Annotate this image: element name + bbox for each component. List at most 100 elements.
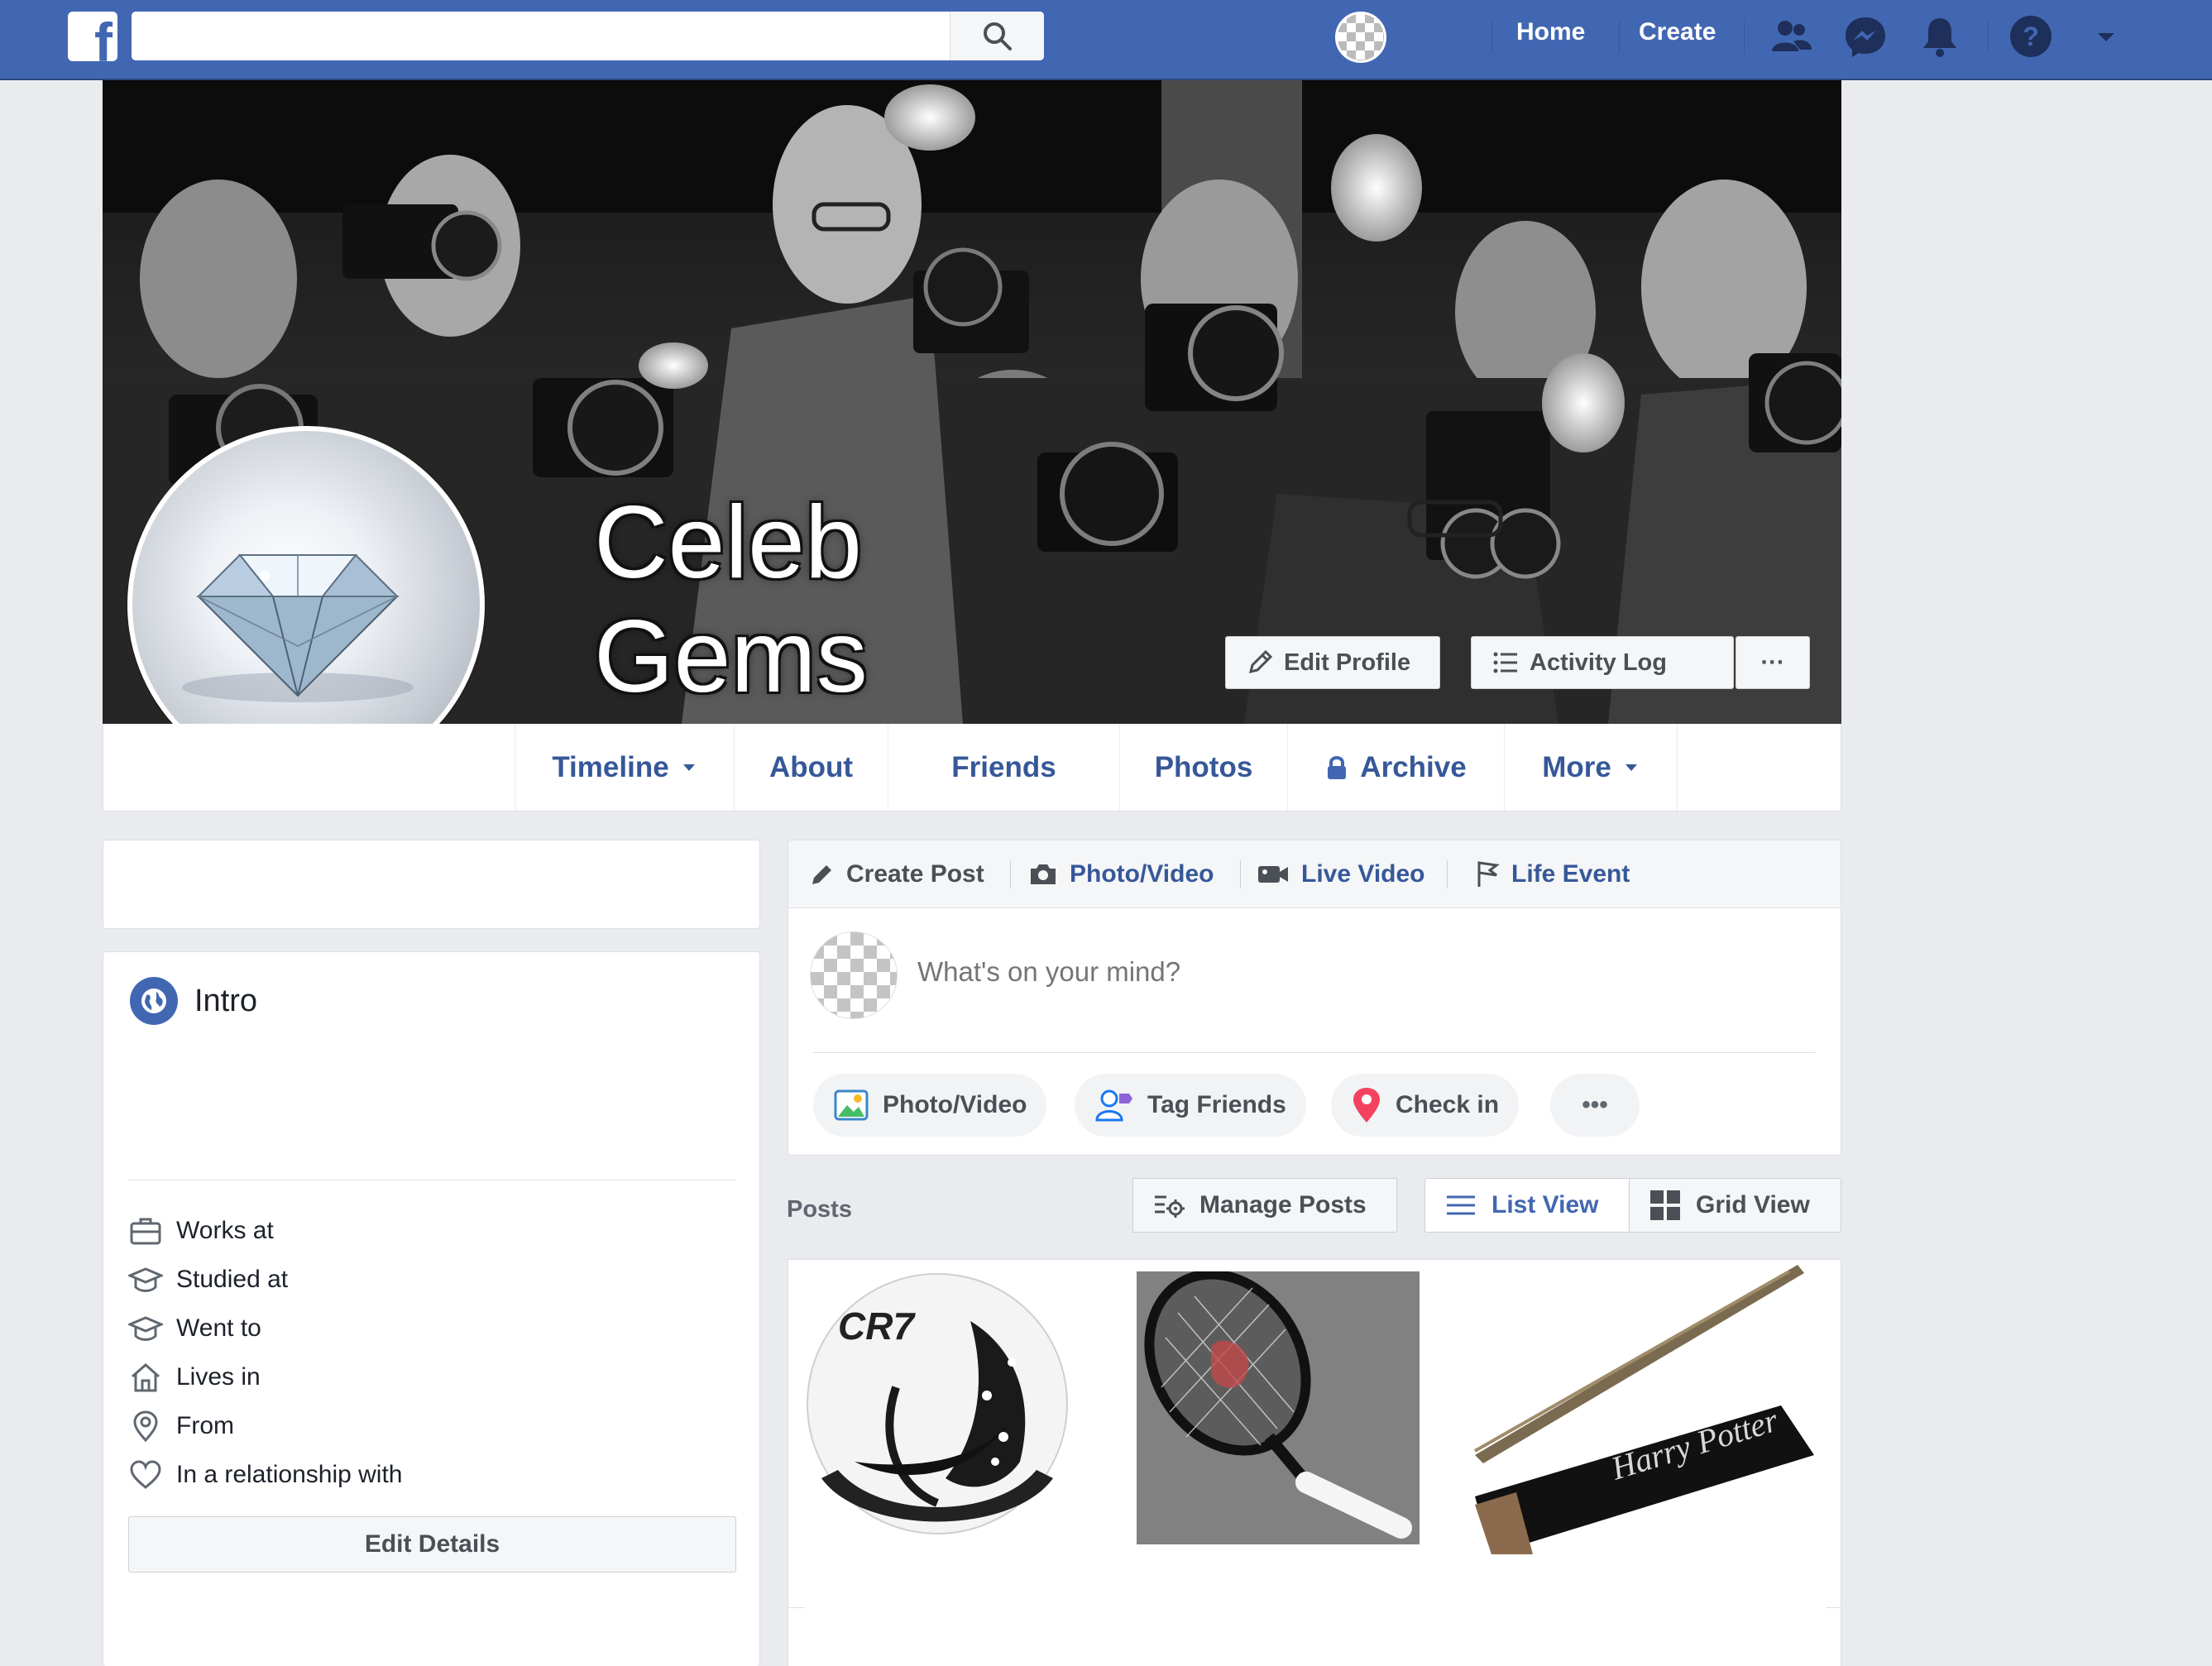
lives-in-item[interactable]: Lives in	[128, 1360, 261, 1395]
svg-text:?: ?	[2023, 22, 2039, 51]
tab-photos-label: Photos	[1154, 750, 1253, 783]
tab-archive[interactable]: Archive	[1287, 724, 1504, 811]
video-camera-icon	[1258, 866, 1288, 883]
globe-icon	[130, 977, 178, 1025]
tab-create-post[interactable]: Create Post	[810, 840, 984, 908]
photo-video-tab-label: Photo/Video	[1070, 860, 1214, 888]
chevron-down-icon	[1625, 764, 1637, 771]
tab-photo-video[interactable]: Photo/Video	[1028, 840, 1214, 908]
composer-tabs: Create Post Photo/Video Live Video Life …	[788, 840, 1841, 908]
list-view-icon	[1447, 1195, 1475, 1215]
nav-divider	[1988, 20, 1989, 53]
works-at-label: Works at	[176, 1217, 274, 1244]
briefcase-icon	[130, 1218, 161, 1245]
top-navigation-bar: f Home Create ?	[0, 0, 2212, 80]
messenger-icon[interactable]	[1842, 13, 1889, 60]
lives-in-label: Lives in	[176, 1363, 261, 1391]
more-dots-icon: ···	[1760, 649, 1785, 676]
tab-separator	[1240, 860, 1241, 888]
tab-more-label: More	[1542, 750, 1611, 783]
activity-log-button[interactable]: Activity Log	[1471, 636, 1734, 689]
edit-details-button[interactable]: Edit Details	[128, 1516, 736, 1573]
list-view-label: List View	[1491, 1191, 1599, 1218]
check-in-label: Check in	[1396, 1091, 1500, 1118]
photo-video-button[interactable]: Photo/Video	[813, 1074, 1047, 1137]
composer-divider	[813, 1052, 1816, 1053]
tab-life-event[interactable]: Life Event	[1475, 840, 1630, 908]
went-to-label: Went to	[176, 1314, 261, 1342]
tag-friends-icon	[1095, 1089, 1132, 1122]
graduation-cap-icon	[128, 1316, 163, 1341]
check-in-button[interactable]: Check in	[1331, 1074, 1520, 1137]
tab-more[interactable]: More	[1504, 724, 1678, 811]
friend-requests-icon[interactable]	[1769, 13, 1815, 60]
relationship-item[interactable]: In a relationship with	[128, 1458, 403, 1492]
home-link[interactable]: Home	[1516, 18, 1585, 46]
post-composer: Create Post Photo/Video Live Video Life …	[788, 840, 1841, 1156]
search-input[interactable]	[143, 18, 970, 55]
studied-at-label: Studied at	[176, 1266, 289, 1293]
from-item[interactable]: From	[128, 1409, 234, 1443]
grid-divider	[1826, 1607, 1842, 1608]
went-to-item[interactable]: Went to	[128, 1311, 261, 1346]
more-actions-button[interactable]: •••	[1550, 1074, 1640, 1137]
photo-icon	[834, 1089, 869, 1121]
intro-title: Intro	[194, 983, 258, 1018]
activity-log-label: Activity Log	[1530, 649, 1667, 676]
from-label: From	[176, 1412, 234, 1439]
account-menu-caret-icon[interactable]	[2083, 13, 2129, 60]
edit-details-label: Edit Details	[364, 1530, 500, 1558]
works-at-item[interactable]: Works at	[128, 1214, 274, 1248]
profile-avatar-shortcut[interactable]	[1335, 12, 1386, 63]
list-icon	[1493, 652, 1517, 673]
page-name-line-2: Gems	[594, 600, 868, 714]
grid-view-label: Grid View	[1696, 1191, 1810, 1218]
ball-cr7-text: CR7	[838, 1305, 916, 1348]
pencil-icon	[1248, 649, 1273, 674]
composer-avatar	[810, 931, 898, 1019]
heart-icon	[130, 1460, 161, 1489]
nav-divider	[1619, 20, 1620, 53]
help-icon[interactable]: ?	[2008, 13, 2054, 60]
house-icon	[132, 1363, 160, 1392]
tag-friends-button[interactable]: Tag Friends	[1075, 1074, 1306, 1137]
list-view-button[interactable]: List View	[1424, 1178, 1630, 1233]
tag-friends-label: Tag Friends	[1147, 1091, 1286, 1118]
relationship-label: In a relationship with	[176, 1461, 403, 1488]
post-thumbnail-soccer-ball[interactable]: CR7	[805, 1271, 1070, 1536]
manage-posts-button[interactable]: Manage Posts	[1132, 1178, 1397, 1233]
edit-profile-button[interactable]: Edit Profile	[1225, 636, 1440, 689]
cover-more-options-button[interactable]: ···	[1736, 636, 1810, 689]
search-bar	[132, 12, 1044, 60]
status-input[interactable]	[917, 956, 1745, 988]
left-empty-card	[103, 840, 760, 929]
more-dots-icon: •••	[1582, 1091, 1608, 1118]
flag-icon	[1477, 861, 1500, 887]
search-button[interactable]	[950, 12, 1044, 60]
nav-divider	[1744, 20, 1745, 53]
grid-view-button[interactable]: Grid View	[1630, 1178, 1841, 1233]
studied-at-item[interactable]: Studied at	[128, 1262, 288, 1297]
post-thumbnail-tennis-racket[interactable]	[1137, 1271, 1420, 1544]
create-link[interactable]: Create	[1639, 18, 1716, 46]
posts-heading: Posts	[787, 1196, 852, 1223]
pencil-icon	[812, 865, 831, 884]
tab-friends-label: Friends	[951, 750, 1056, 783]
page-name-line-1: Celeb	[594, 486, 862, 600]
post-thumbnail-harry-potter-wand[interactable]: Harry Potter	[1467, 1265, 1814, 1554]
location-pin-icon	[133, 1410, 158, 1443]
life-event-label: Life Event	[1511, 860, 1630, 888]
chevron-down-icon	[682, 764, 695, 771]
location-pin-icon	[1353, 1088, 1380, 1123]
intro-header: Intro	[130, 977, 257, 1025]
tab-about[interactable]: About	[734, 724, 888, 811]
tab-timeline[interactable]: Timeline	[515, 724, 734, 811]
graduation-cap-icon	[128, 1267, 163, 1292]
tab-friends[interactable]: Friends	[888, 724, 1119, 811]
tab-photos[interactable]: Photos	[1119, 724, 1287, 811]
notifications-bell-icon[interactable]	[1917, 13, 1963, 60]
posts-grid: CR7 Harry Potter	[788, 1259, 1842, 1666]
camera-icon	[1031, 864, 1056, 884]
facebook-logo[interactable]: f	[68, 12, 117, 61]
tab-live-video[interactable]: Live Video	[1257, 840, 1425, 908]
